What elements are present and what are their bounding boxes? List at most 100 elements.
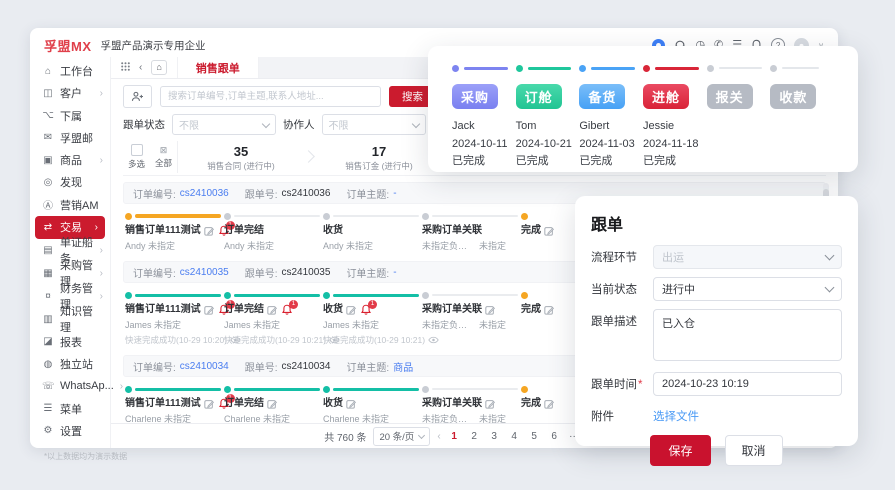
order-no-link[interactable]: cs2410035 bbox=[180, 267, 229, 278]
contact-add-icon[interactable] bbox=[123, 84, 152, 108]
mail-icon: ✉ bbox=[43, 132, 53, 144]
stage-badge-customs[interactable]: 报关 bbox=[706, 84, 753, 109]
home-tab-icon[interactable]: ⌂ bbox=[151, 60, 167, 75]
collaborator-label: 协作人 bbox=[283, 119, 315, 131]
sidebar-item-marketing[interactable]: Ⓐ 营销AM bbox=[30, 193, 110, 215]
page-number[interactable]: 2 bbox=[468, 431, 481, 442]
sidebar-item-mail[interactable]: ✉ 孚盟邮 bbox=[30, 127, 110, 149]
step-line bbox=[333, 215, 419, 217]
sidebar-item-menu[interactable]: ☰ 菜单 bbox=[30, 398, 110, 420]
timeline-step: 销售订单111测试 1 James 未指定 快速完成成功(10-29 10:20) bbox=[125, 291, 241, 346]
bell-icon[interactable]: 1 bbox=[282, 300, 298, 315]
marketing-icon: Ⓐ bbox=[43, 201, 53, 213]
edit-icon[interactable] bbox=[485, 399, 495, 409]
sidebar-item-customers[interactable]: ◫ 客户 › bbox=[30, 82, 110, 104]
choose-file-link[interactable]: 选择文件 bbox=[653, 404, 699, 424]
progress-line bbox=[591, 66, 635, 70]
step-owner: James 未指定 bbox=[125, 320, 182, 330]
edit-icon[interactable] bbox=[203, 226, 214, 236]
step-line bbox=[432, 294, 518, 296]
step-owner: James 未指定 bbox=[224, 320, 281, 330]
description-textarea[interactable]: 已入仓 bbox=[653, 309, 842, 361]
edit-icon[interactable] bbox=[544, 226, 554, 236]
stage-badge-loading[interactable]: 进舱 bbox=[643, 84, 690, 109]
save-button[interactable]: 保存 bbox=[650, 435, 711, 466]
page-number[interactable]: 6 bbox=[548, 431, 561, 442]
edit-icon[interactable] bbox=[203, 305, 214, 315]
sidebar-item-products[interactable]: ▣ 商品 › bbox=[30, 149, 110, 171]
sidebar-item-whatsapp[interactable]: ☏ WhatsAp... › bbox=[30, 375, 123, 397]
sidebar-item-workbench[interactable]: ⌂ 工作台 bbox=[30, 60, 110, 82]
stage-badge-stocking[interactable]: 备货 bbox=[579, 84, 626, 109]
edit-icon[interactable] bbox=[203, 399, 214, 409]
step-name: 采购订单关联 bbox=[422, 225, 482, 236]
stage-badge-purchase[interactable]: 采购 bbox=[452, 84, 499, 109]
order-no-link[interactable]: cs2410034 bbox=[180, 361, 229, 372]
sidebar-item-settings[interactable]: ⚙ 设置 bbox=[30, 420, 110, 442]
bell-icon[interactable]: 1 bbox=[361, 300, 377, 315]
order-no-link[interactable]: cs2410036 bbox=[180, 188, 229, 199]
sidebar-item-subordinates[interactable]: ⌥ 下属 bbox=[30, 104, 110, 126]
page-number[interactable]: 3 bbox=[488, 431, 501, 442]
cancel-button[interactable]: 取消 bbox=[724, 435, 783, 466]
timeline-step: 订单完结 1 James 未指定 快速完成成功(10-29 10:21) bbox=[224, 291, 340, 346]
prev-page-icon[interactable]: ‹ bbox=[437, 431, 440, 442]
search-input[interactable] bbox=[160, 85, 381, 107]
edit-icon[interactable] bbox=[346, 305, 356, 315]
stat-separator bbox=[304, 141, 316, 175]
order-subject[interactable]: - bbox=[393, 267, 396, 278]
step-line bbox=[234, 215, 320, 217]
app-logo: 孚盟MX bbox=[44, 38, 92, 54]
stat-card-sales-contract[interactable]: 35 销售合同 (进行中) bbox=[178, 141, 304, 175]
timeline-step: 销售订单111测试 1 Andy 未指定 bbox=[125, 212, 235, 252]
edit-icon[interactable] bbox=[267, 399, 277, 409]
sidebar-item-knowledge[interactable]: ▥ 知识管理 bbox=[30, 306, 110, 334]
edit-icon[interactable] bbox=[544, 305, 554, 315]
page-number[interactable]: 5 bbox=[528, 431, 541, 442]
step-owner: 未指定负… 未指定 bbox=[422, 320, 507, 330]
stage-badge-booking[interactable]: 订舱 bbox=[515, 84, 562, 109]
chevron-down-icon bbox=[824, 282, 835, 293]
step-name: 完成 bbox=[521, 398, 541, 409]
follow-status-select[interactable]: 不限 bbox=[172, 114, 276, 135]
select-all-toggle[interactable]: ⊠ 全部 bbox=[150, 141, 177, 173]
progress-dot bbox=[643, 64, 650, 72]
sidebar-item-website[interactable]: ◍ 独立站 bbox=[30, 353, 110, 375]
step-name: 收货 bbox=[323, 398, 343, 409]
step-owner: Charlene 未指定 bbox=[224, 414, 291, 423]
process-step-label: 流程环节 bbox=[591, 252, 637, 264]
step-line bbox=[234, 293, 320, 297]
edit-icon[interactable] bbox=[346, 399, 356, 409]
page-size-select[interactable]: 20 条/页 bbox=[373, 426, 431, 446]
page-number[interactable]: 4 bbox=[508, 431, 521, 442]
sidebar-item-reports[interactable]: ◪ 报表 bbox=[30, 331, 110, 353]
order-subject[interactable]: - bbox=[393, 188, 396, 199]
tab-sales-follow[interactable]: 销售跟单 bbox=[176, 57, 259, 78]
back-icon[interactable]: ‹ bbox=[139, 62, 142, 73]
process-step-select[interactable]: 出运 bbox=[653, 245, 842, 269]
apps-grid-icon[interactable] bbox=[121, 61, 130, 74]
multi-select-toggle[interactable]: 多选 bbox=[123, 141, 150, 173]
page-number[interactable]: 1 bbox=[448, 431, 461, 442]
edit-icon[interactable] bbox=[544, 399, 554, 409]
current-status-select[interactable]: 进行中 bbox=[653, 277, 842, 301]
edit-icon[interactable] bbox=[267, 305, 277, 315]
company-name: 孚盟产品演示专用企业 bbox=[100, 39, 206, 52]
collaborator-select[interactable]: 不限 bbox=[321, 114, 426, 135]
stat-card-sales-deposit[interactable]: 17 销售订金 (进行中) bbox=[316, 141, 442, 175]
follow-time-input[interactable] bbox=[653, 372, 842, 396]
sidebar-item-discover[interactable]: ◎ 发现 bbox=[30, 171, 110, 193]
progress-dot bbox=[579, 64, 587, 72]
checkbox-icon bbox=[130, 144, 143, 156]
step-line bbox=[234, 387, 320, 391]
timeline-step: 订单完结 Charlene 未指定 快速完成成功(10-28 13:17) bbox=[224, 385, 323, 423]
progress-dot bbox=[515, 64, 523, 72]
order-subject[interactable]: 商品 bbox=[393, 359, 413, 374]
stage-badge-payment[interactable]: 收款 bbox=[770, 84, 817, 109]
step-dot bbox=[521, 385, 528, 393]
total-count: 共 760 条 bbox=[324, 432, 367, 444]
chevron-down-icon bbox=[418, 431, 426, 439]
step-owner: Charlene 未指定 bbox=[125, 414, 192, 423]
edit-icon[interactable] bbox=[485, 305, 495, 315]
step-line bbox=[333, 293, 419, 297]
